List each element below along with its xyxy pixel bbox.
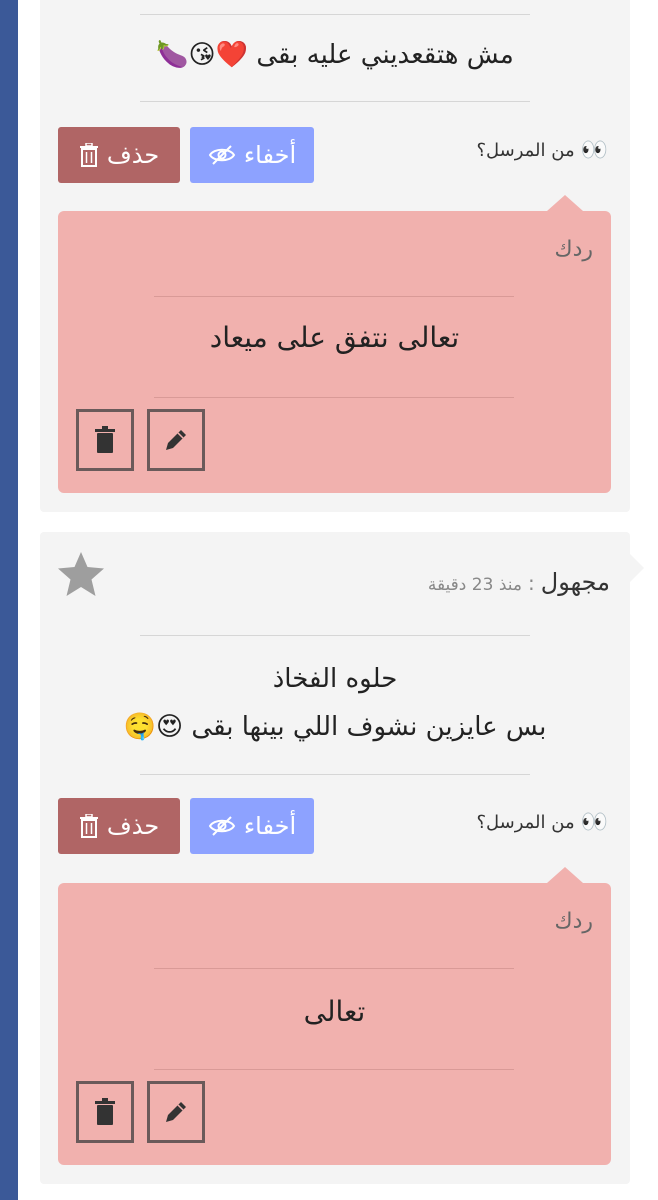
from-sender-link[interactable]: 👀 من المرسل؟	[476, 138, 608, 163]
delete-button[interactable]: حذف	[58, 127, 180, 183]
hide-button[interactable]: أخفاء	[190, 798, 314, 854]
meta-separator: :	[528, 571, 535, 595]
delete-reply-button[interactable]	[76, 1081, 134, 1143]
delete-reply-button[interactable]	[76, 409, 134, 471]
hide-button[interactable]: أخفاء	[190, 127, 314, 183]
trash-icon	[79, 814, 98, 838]
message-card: مش هتقعديني عليه بقى ❤️😘🍆 حذف أخفاء 👀 من…	[40, 0, 630, 512]
reply-divider	[154, 296, 514, 297]
eye-slash-icon	[208, 816, 236, 836]
delete-label: حذف	[106, 141, 160, 169]
message-line-1: حلوه الفخاذ	[272, 664, 398, 694]
reply-text: تعالى	[303, 995, 366, 1028]
edit-reply-button[interactable]	[147, 1081, 205, 1143]
reply-label: ردك	[554, 237, 593, 262]
hide-label: أخفاء	[243, 141, 297, 169]
trash-icon	[95, 426, 115, 453]
from-sender-label: من المرسل؟	[476, 140, 575, 161]
message-meta: مجهول : منذ 23 دقيقة	[428, 568, 610, 596]
eye-slash-icon	[208, 145, 236, 165]
reply-divider	[154, 968, 514, 969]
pencil-icon	[166, 1102, 186, 1122]
message-body: بس عايزين نشوف اللي بينها بقى	[191, 712, 547, 742]
message-emojis: 😍🤤	[123, 712, 184, 742]
reply-divider	[154, 397, 514, 398]
star-icon[interactable]	[56, 550, 106, 598]
pencil-icon	[166, 430, 186, 450]
from-sender-label: من المرسل؟	[476, 812, 575, 833]
reply-text: تعالى نتفق على ميعاد	[209, 321, 460, 354]
delete-button[interactable]: حذف	[58, 798, 180, 854]
divider	[140, 635, 530, 636]
reply-divider	[154, 1069, 514, 1070]
card-notch	[630, 554, 644, 582]
reply-label: ردك	[554, 909, 593, 934]
message-emojis: ❤️😘🍆	[156, 40, 249, 70]
message-body: مش هتقعديني عليه بقى	[256, 40, 514, 70]
reply-box: ردك تعالى نتفق على ميعاد	[58, 195, 611, 493]
message-card: مجهول : منذ 23 دقيقة حلوه الفخاذ بس عايز…	[40, 532, 644, 1184]
divider	[140, 14, 530, 15]
reply-tip	[547, 867, 583, 883]
eyes-icon: 👀	[580, 810, 608, 835]
eyes-icon: 👀	[580, 138, 608, 163]
timestamp: منذ 23 دقيقة	[427, 575, 522, 595]
delete-label: حذف	[106, 812, 160, 840]
sender-name: مجهول	[540, 568, 610, 596]
reply-tip	[547, 195, 583, 211]
reply-box: ردك تعالى	[58, 867, 611, 1165]
trash-icon	[95, 1098, 115, 1125]
edit-reply-button[interactable]	[147, 409, 205, 471]
divider	[140, 774, 530, 775]
hide-label: أخفاء	[243, 812, 297, 840]
message-text: مش هتقعديني عليه بقى ❤️😘🍆	[40, 40, 630, 70]
from-sender-link[interactable]: 👀 من المرسل؟	[476, 810, 608, 835]
divider	[140, 101, 530, 102]
left-accent-bar	[0, 0, 18, 1200]
message-line-2: بس عايزين نشوف اللي بينها بقى 😍🤤	[40, 712, 630, 742]
trash-icon	[79, 143, 98, 167]
